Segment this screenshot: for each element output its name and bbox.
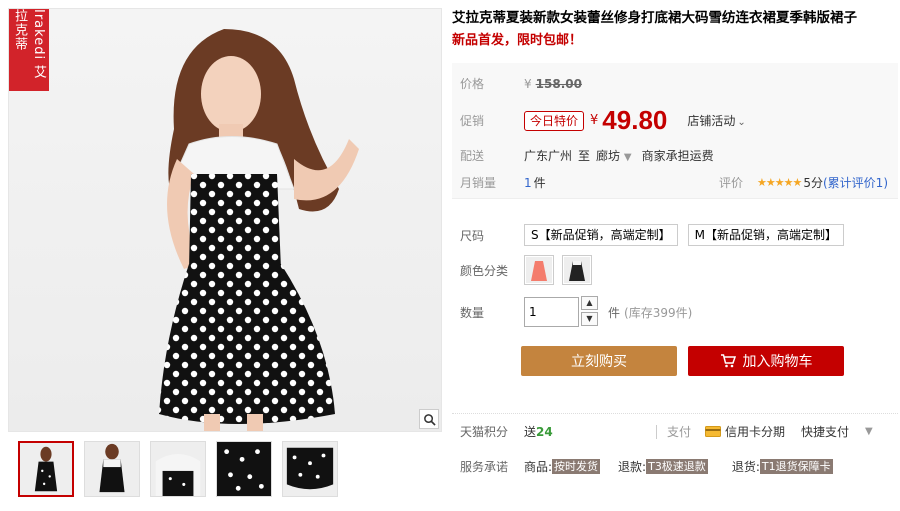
product-gallery: Irakedi 艾拉克蒂	[8, 8, 442, 497]
color-option-black[interactable]	[562, 255, 592, 285]
service-row: 服务承诺 商品: 按时发货 退款: T3极速退款 退货: T1退货保障卡	[460, 458, 833, 475]
product-title: 艾拉克蒂夏装新款女装蕾丝修身打底裙大码雪纺连衣裙夏季韩版裙子	[452, 10, 857, 26]
rating-score: 5分	[803, 176, 823, 190]
size-label: 尺码	[460, 228, 485, 243]
color-label: 颜色分类	[460, 263, 509, 278]
shipping-from: 广东广州	[524, 149, 573, 163]
promo-currency: ¥	[590, 113, 599, 128]
promo-label: 促销	[460, 114, 485, 128]
return-tag[interactable]: T1退货保障卡	[759, 459, 833, 474]
product-subtitle: 新品首发，限时包邮！	[452, 33, 583, 48]
original-price: 158.00	[535, 76, 582, 91]
shipping-dest-text: 廊坊	[596, 149, 621, 163]
promo-price: 49.80	[602, 105, 668, 135]
thumbnail-3[interactable]	[150, 441, 206, 497]
add-to-cart-label: 加入购物车	[742, 354, 813, 370]
quantity-row: 数量 ▲ ▼ 件 (库存399件)	[460, 296, 692, 328]
sales-count: 1	[524, 175, 532, 190]
credit-card-icon	[705, 426, 722, 437]
size-option-s[interactable]: S【新品促销，高端定制】	[524, 224, 678, 246]
cart-icon	[720, 354, 736, 368]
thumbnail-5[interactable]	[282, 441, 338, 497]
points-value: 24	[536, 425, 553, 439]
rating-label: 评价	[719, 176, 744, 190]
buy-now-button[interactable]: 立刻购买	[521, 346, 677, 376]
points-label: 天猫积分	[460, 425, 509, 439]
shop-activity-label: 店铺活动	[687, 114, 736, 128]
shipping-row: 配送 广东广州 至 廊坊 ▼ 商家承担运费	[460, 147, 714, 164]
color-row: 颜色分类	[460, 255, 600, 285]
points-row: 天猫积分 送24	[460, 423, 553, 440]
price-label: 价格	[460, 77, 485, 91]
price-panel: 价格 ¥ 158.00 促销 今日特价 ¥ 49.80 店铺活动 ⌄ 配送 广东广…	[452, 63, 898, 199]
promo-badge: 今日特价	[524, 110, 585, 131]
brand-logo-text: Irakedi 艾拉克蒂	[12, 9, 46, 80]
quantity-stepper: ▲ ▼	[581, 296, 598, 328]
main-product-image[interactable]: Irakedi 艾拉克蒂	[8, 8, 442, 432]
quantity-down-icon[interactable]: ▼	[581, 312, 598, 326]
size-row: 尺码 S【新品促销，高端定制】 M【新品促销，高端定制】	[460, 224, 854, 246]
chevron-down-icon: ⌄	[737, 117, 746, 128]
payment-label: 支付	[667, 425, 692, 439]
refund-tag[interactable]: T3极速退款	[646, 459, 708, 474]
thumbnail-4[interactable]	[216, 441, 272, 497]
shipping-to-word: 至	[578, 149, 591, 163]
rating-count-link[interactable]: (累计评价1)	[823, 174, 888, 191]
payment-divider	[656, 424, 657, 439]
payment-area: 支付 信用卡分期 快捷支付 ▼	[656, 423, 873, 440]
thumbnail-strip	[8, 441, 442, 497]
return-label: 退货:	[731, 460, 760, 474]
buy-now-label: 立刻购买	[571, 354, 627, 370]
original-price-row: 价格 ¥ 158.00	[460, 75, 582, 92]
quantity-input[interactable]	[524, 297, 579, 327]
quantity-up-icon[interactable]: ▲	[581, 296, 598, 310]
thumbnail-1[interactable]	[18, 441, 74, 497]
quantity-label: 数量	[460, 305, 485, 320]
stock-count: (库存399件)	[624, 305, 693, 320]
sales-unit: 件	[533, 176, 546, 190]
sales-row: 月销量 1 件	[460, 174, 546, 191]
sales-label: 月销量	[460, 176, 497, 190]
zoom-icon[interactable]	[419, 409, 439, 429]
original-currency: ¥	[524, 76, 532, 91]
payment-more-icon[interactable]: ▼	[865, 426, 873, 437]
model-illustration	[159, 29, 359, 431]
product-info: 艾拉克蒂夏装新款女装蕾丝修身打底裙大码雪纺连衣裙夏季韩版裙子 新品首发，限时包邮…	[452, 8, 898, 474]
goods-label: 商品:	[524, 460, 553, 474]
color-option-coral[interactable]	[524, 255, 554, 285]
shipping-destination[interactable]: 廊坊 ▼	[596, 147, 632, 164]
shipping-label: 配送	[460, 149, 485, 163]
divider	[452, 413, 898, 414]
rating-area: 评价 ★★★★★ 5分 (累计评价1)	[719, 174, 888, 191]
add-to-cart-button[interactable]: 加入购物车	[688, 346, 844, 376]
goods-tag[interactable]: 按时发货	[552, 459, 601, 474]
thumbnail-2[interactable]	[84, 441, 140, 497]
shop-activity-dropdown[interactable]: 店铺活动 ⌄	[687, 112, 745, 129]
points-value-wrap: 送24	[524, 423, 553, 440]
dest-caret-icon: ▼	[623, 152, 632, 163]
credit-installment-link[interactable]: 信用卡分期	[725, 423, 785, 440]
points-text: 送	[524, 425, 537, 439]
refund-label: 退款:	[618, 460, 647, 474]
quantity-unit: 件	[608, 305, 621, 320]
size-option-m[interactable]: M【新品促销，高端定制】	[687, 224, 844, 246]
express-pay-link[interactable]: 快捷支付	[801, 423, 849, 440]
promo-price-row: 促销 今日特价 ¥ 49.80 店铺活动 ⌄	[460, 105, 746, 136]
brand-logo: Irakedi 艾拉克蒂	[9, 9, 49, 91]
service-label: 服务承诺	[460, 460, 509, 474]
rating-stars: ★★★★★	[757, 176, 802, 189]
shipping-fee: 商家承担运费	[641, 149, 714, 163]
